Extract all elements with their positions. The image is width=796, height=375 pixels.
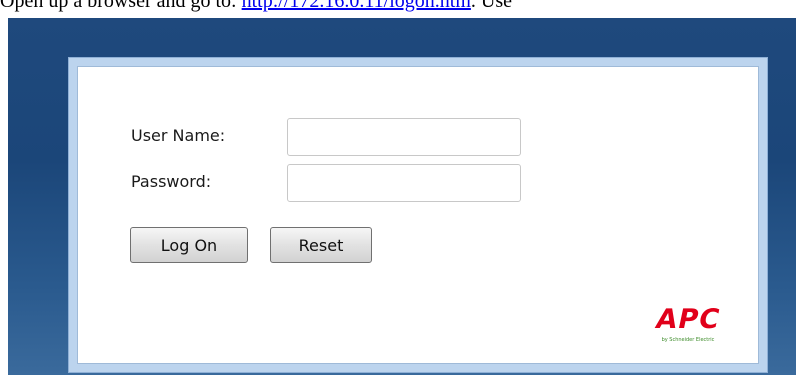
instruction-prefix: Open up a browser and go to: <box>0 0 237 12</box>
apc-logo-text: APC <box>653 304 724 335</box>
password-label: Password: <box>131 172 212 191</box>
apc-logo-tagline: by Schneider Electric <box>661 337 715 343</box>
page: Open up a browser and go to: http://172.… <box>0 0 796 375</box>
login-frame: User Name: Password: Log On Reset APC by… <box>68 57 768 373</box>
instruction-period: . <box>470 0 476 12</box>
username-label: User Name: <box>131 126 226 145</box>
reset-button[interactable]: Reset <box>270 227 372 263</box>
username-field[interactable] <box>287 118 521 156</box>
screenshot-background: User Name: Password: Log On Reset APC by… <box>8 18 796 375</box>
log-on-button[interactable]: Log On <box>130 227 248 263</box>
logon-url-link[interactable]: http://172.16.0.11/logon.htm <box>242 0 471 12</box>
login-box: User Name: Password: Log On Reset APC by… <box>77 66 759 364</box>
instruction-suffix: Use <box>480 0 513 12</box>
password-field[interactable] <box>287 164 521 202</box>
instruction-text-line: Open up a browser and go to: http://172.… <box>0 0 796 18</box>
apc-logo: APC by Schneider Electric <box>629 304 747 350</box>
